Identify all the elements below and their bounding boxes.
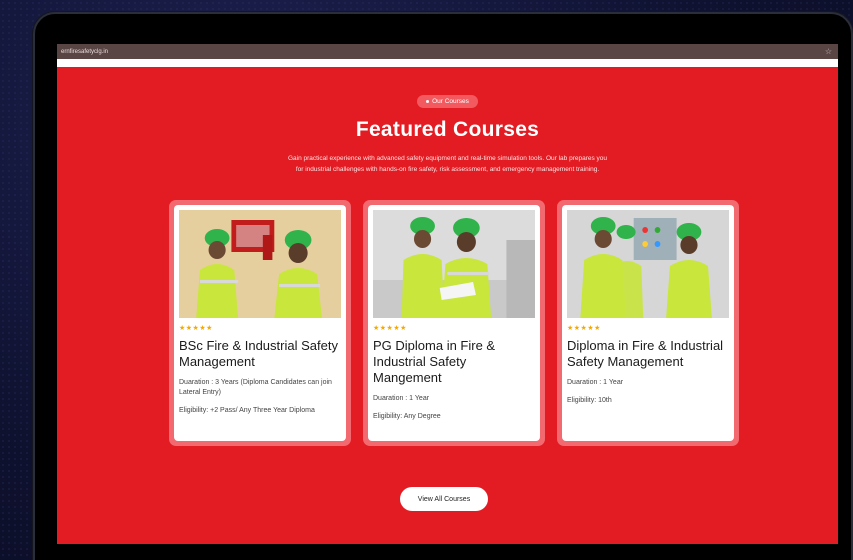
course-eligibility: Eligibility: 10th bbox=[567, 397, 612, 404]
bookmark-star-icon[interactable]: ☆ bbox=[825, 47, 832, 56]
course-card-pg-diploma[interactable]: ★★★★★ PG Diploma in Fire & Industrial Sa… bbox=[363, 200, 545, 446]
course-photo-extinguisher-training bbox=[179, 210, 341, 318]
course-title[interactable]: BSc Fire & Industrial Safety Management bbox=[179, 338, 341, 370]
section-description: Gain practical experience with advanced … bbox=[57, 153, 838, 175]
section-badge: Our Courses bbox=[417, 95, 478, 108]
rating-stars-icon: ★★★★★ bbox=[373, 325, 407, 332]
course-title[interactable]: PG Diploma in Fire & Industrial Safety M… bbox=[373, 338, 535, 386]
description-line-2: for industrial challenges with hands-on … bbox=[295, 166, 600, 173]
course-card-body: ★★★★★ Diploma in Fire & Industrial Safet… bbox=[562, 205, 734, 441]
site-header-strip bbox=[57, 59, 838, 67]
rating-stars-icon: ★★★★★ bbox=[567, 325, 601, 332]
course-eligibility: Eligibility: +2 Pass/ Any Three Year Dip… bbox=[179, 407, 315, 414]
badge-dot-icon bbox=[426, 99, 430, 103]
view-all-courses-button[interactable]: View All Courses bbox=[400, 487, 488, 511]
course-card-body: ★★★★★ BSc Fire & Industrial Safety Manag… bbox=[174, 205, 346, 441]
course-card-body: ★★★★★ PG Diploma in Fire & Industrial Sa… bbox=[368, 205, 540, 441]
section-title: Featured Courses bbox=[355, 118, 540, 141]
rating-stars-icon: ★★★★★ bbox=[179, 325, 213, 332]
course-duration: Duaration : 1 Year bbox=[567, 379, 624, 386]
badge-label: Our Courses bbox=[432, 98, 469, 105]
course-card-bsc[interactable]: ★★★★★ BSc Fire & Industrial Safety Manag… bbox=[169, 200, 351, 446]
course-photo-control-panel bbox=[567, 210, 729, 318]
course-duration: Duaration : 3 Years (Diploma Candidates … bbox=[179, 379, 332, 396]
course-title[interactable]: Diploma in Fire & Industrial Safety Mana… bbox=[567, 338, 729, 370]
laptop-screen: ernfiresafetyclg.in ☆ Our Courses Featur… bbox=[57, 44, 838, 544]
url-text[interactable]: ernfiresafetyclg.in bbox=[61, 49, 108, 55]
course-photo-document-review bbox=[373, 210, 535, 318]
featured-courses-section: Our Courses Featured Courses Gain practi… bbox=[57, 67, 838, 511]
course-eligibility: Eligibility: Any Degree bbox=[373, 413, 441, 420]
description-line-1: Gain practical experience with advanced … bbox=[287, 155, 608, 162]
course-duration: Duaration : 1 Year bbox=[373, 395, 430, 402]
laptop-frame: ernfiresafetyclg.in ☆ Our Courses Featur… bbox=[33, 12, 853, 560]
course-card-diploma[interactable]: ★★★★★ Diploma in Fire & Industrial Safet… bbox=[557, 200, 739, 446]
browser-address-bar[interactable]: ernfiresafetyclg.in ☆ bbox=[57, 44, 838, 59]
